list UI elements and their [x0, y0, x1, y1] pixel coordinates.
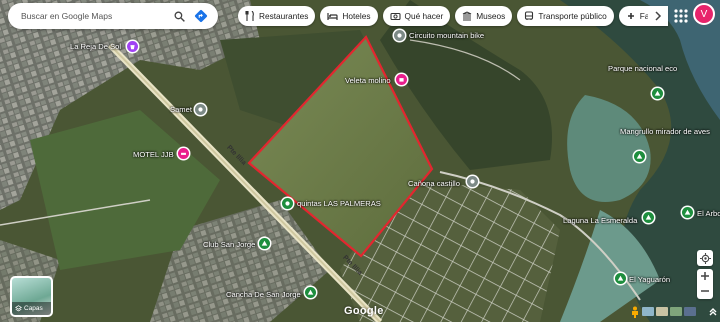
zoom-controls: [697, 269, 713, 299]
shop-marker[interactable]: [127, 41, 138, 52]
place-label-la-reja[interactable]: La Reja De Sol: [70, 42, 121, 51]
chip-que-hacer[interactable]: Qué hacer: [382, 6, 451, 26]
park-marker[interactable]: [615, 273, 626, 284]
search-input[interactable]: Buscar en Google Maps: [8, 11, 168, 21]
place-label-yaguaron[interactable]: El Yaguarón: [629, 275, 670, 284]
chip-restaurantes[interactable]: Restaurantes: [238, 6, 316, 26]
layers-icon: [15, 305, 22, 312]
chip-label: Qué hacer: [404, 11, 444, 21]
park-marker[interactable]: [305, 287, 316, 298]
place-marker[interactable]: [282, 198, 293, 209]
park-marker[interactable]: [394, 30, 405, 41]
account-avatar[interactable]: V: [693, 3, 715, 25]
place-label-circuito[interactable]: Circuito mountain bike: [409, 31, 484, 40]
my-location-button[interactable]: [697, 250, 713, 266]
category-chips: Restaurantes Hoteles Qué hacer Museos Tr…: [238, 6, 668, 26]
chip-label: Restaurantes: [259, 11, 309, 21]
place-marker[interactable]: [195, 104, 206, 115]
museum-icon: [463, 11, 472, 21]
crosshair-icon: [699, 252, 711, 264]
apps-grid-icon[interactable]: [672, 7, 690, 25]
google-logo: Google: [344, 305, 384, 317]
place-label-veleta[interactable]: Veleta molino: [345, 76, 391, 85]
park-marker[interactable]: [682, 207, 693, 218]
directions-icon: [194, 9, 208, 23]
place-label-laguna[interactable]: Laguna La Esmeralda: [563, 216, 637, 225]
chips-next-button[interactable]: [648, 6, 668, 26]
zoom-out-button[interactable]: [701, 284, 709, 299]
camera-icon: [389, 12, 401, 21]
chip-transporte[interactable]: Transporte público: [517, 6, 614, 26]
imagery-thumbnail[interactable]: [684, 307, 696, 316]
chip-museos[interactable]: Museos: [455, 6, 513, 26]
bed-icon: [327, 13, 338, 20]
layers-label: Capas: [12, 302, 51, 315]
park-marker[interactable]: [259, 238, 270, 249]
imagery-thumbnail[interactable]: [642, 307, 654, 316]
park-marker[interactable]: [652, 88, 663, 99]
place-label-mangrullo[interactable]: Mangrullo mirador de aves: [620, 127, 710, 137]
imagery-thumbnail[interactable]: [670, 307, 682, 316]
park-marker[interactable]: [643, 212, 654, 223]
imagery-thumbnail[interactable]: [656, 307, 668, 316]
hotel-marker[interactable]: [178, 148, 189, 159]
place-label-canona[interactable]: Cañona castillo: [408, 179, 460, 188]
place-label-club[interactable]: Club San Jorge: [203, 240, 255, 249]
chip-label: Transporte público: [538, 11, 607, 21]
search-button[interactable]: [168, 5, 190, 27]
search-box[interactable]: Buscar en Google Maps: [8, 3, 218, 29]
place-label-samet[interactable]: Samet: [170, 105, 192, 114]
zoom-in-button[interactable]: [701, 269, 709, 284]
layers-button[interactable]: Capas: [10, 276, 53, 317]
plus-icon: [701, 272, 709, 280]
fork-knife-icon: [245, 11, 254, 21]
pharmacy-icon: [627, 13, 634, 19]
minus-icon: [701, 290, 709, 292]
chip-hoteles[interactable]: Hoteles: [320, 6, 378, 26]
place-label-motel[interactable]: MOTEL JJB: [133, 150, 174, 159]
place-label-arbo[interactable]: El Arbo: [697, 209, 720, 218]
expand-up-icon[interactable]: [708, 307, 718, 317]
bus-icon: [525, 11, 534, 20]
place-label-cancha[interactable]: Cancha De San Jorge: [226, 290, 301, 299]
park-marker[interactable]: [634, 151, 645, 162]
chip-label: Museos: [476, 11, 506, 21]
directions-button[interactable]: [190, 5, 212, 27]
place-label-parque[interactable]: Parque nacional eco: [608, 64, 677, 73]
pegman-icon[interactable]: [630, 306, 640, 318]
search-icon: [174, 11, 185, 22]
chevron-right-icon: [655, 11, 662, 21]
bottom-toolbar: [630, 305, 718, 318]
place-label-quintas[interactable]: quintas LAS PALMERAS: [297, 199, 381, 208]
attraction-marker[interactable]: [396, 74, 407, 85]
place-marker[interactable]: [467, 176, 478, 187]
chip-label: Hoteles: [342, 11, 371, 21]
